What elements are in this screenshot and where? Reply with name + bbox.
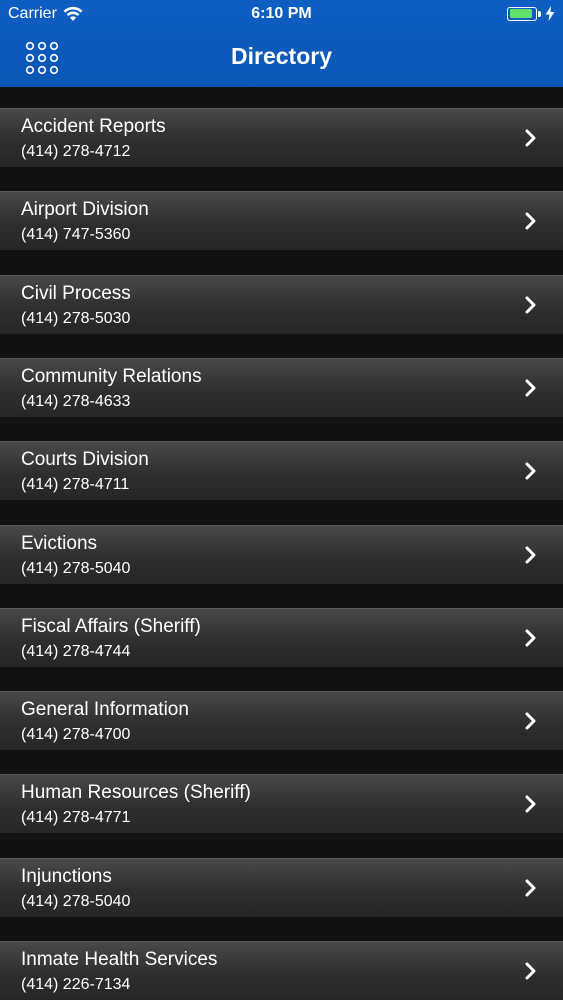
directory-row[interactable]: Evictions (414) 278-5040: [0, 524, 563, 584]
status-bar: Carrier 6:10 PM: [0, 0, 563, 30]
chevron-right-icon: [525, 962, 536, 980]
directory-row-name: Evictions: [21, 532, 98, 554]
directory-row[interactable]: Fiscal Affairs (Sheriff) (414) 278-4744: [0, 607, 563, 667]
top-bar: Carrier 6:10 PM Directory: [0, 0, 563, 87]
directory-row[interactable]: Airport Division (414) 747-5360: [0, 191, 563, 251]
directory-row[interactable]: Civil Process (414) 278-5030: [0, 274, 563, 334]
directory-row-name: Courts Division: [21, 449, 149, 471]
charging-bolt-icon: [545, 6, 555, 21]
directory-row[interactable]: Community Relations (414) 278-4633: [0, 357, 563, 417]
chevron-right-icon: [525, 296, 536, 314]
directory-row-name: Airport Division: [21, 199, 149, 221]
directory-row-phone: (414) 278-4712: [21, 143, 131, 160]
chevron-right-icon: [525, 629, 536, 647]
directory-row-name: General Information: [21, 699, 189, 721]
battery-icon: [507, 6, 541, 21]
directory-row-name: Fiscal Affairs (Sheriff): [21, 615, 201, 637]
directory-row-name: Human Resources (Sheriff): [21, 782, 251, 804]
directory-row-phone: (414) 747-5360: [21, 226, 131, 244]
directory-row-phone: (414) 226-7134: [21, 976, 131, 993]
directory-row-phone: (414) 278-4633: [21, 392, 131, 410]
directory-row[interactable]: Injunctions (414) 278-5040: [0, 857, 563, 917]
directory-row[interactable]: Accident Reports (414) 278-4712: [0, 108, 563, 167]
directory-row-phone: (414) 278-4711: [21, 476, 130, 494]
battery-fill: [509, 9, 533, 18]
app-screen: Carrier 6:10 PM Directory Accident Repor…: [0, 0, 563, 1000]
directory-row[interactable]: Courts Division (414) 278-4711: [0, 441, 563, 501]
directory-row-name: Civil Process: [21, 282, 131, 304]
chevron-right-icon: [525, 546, 536, 563]
directory-row-name: Injunctions: [21, 865, 112, 887]
directory-row-phone: (414) 278-5030: [21, 309, 131, 327]
directory-row-name: Accident Reports: [21, 116, 166, 137]
directory-row-phone: (414) 278-4771: [21, 809, 131, 827]
directory-row[interactable]: Inmate Health Services (414) 226-7134: [0, 941, 563, 1000]
chevron-right-icon: [525, 462, 536, 480]
chevron-right-icon: [525, 129, 536, 147]
directory-row-name: Inmate Health Services: [21, 949, 218, 970]
page-title: Directory: [231, 43, 332, 69]
navigation-bar: Directory: [0, 30, 563, 87]
chevron-right-icon: [525, 879, 536, 897]
directory-row-name: Community Relations: [21, 365, 202, 387]
chevron-right-icon: [525, 795, 536, 813]
directory-row-phone: (414) 278-4700: [21, 726, 131, 744]
chevron-right-icon: [525, 379, 536, 397]
directory-row[interactable]: General Information (414) 278-4700: [0, 691, 563, 751]
battery-nub: [538, 10, 541, 17]
directory-row-phone: (414) 278-5040: [21, 559, 131, 577]
chevron-right-icon: [525, 712, 536, 730]
battery-indicator: [507, 6, 555, 21]
directory-row-phone: (414) 278-4744: [21, 642, 131, 660]
directory-row-phone: (414) 278-5040: [21, 892, 131, 910]
status-time: 6:10 PM: [251, 5, 312, 22]
directory-row[interactable]: Human Resources (Sheriff) (414) 278-4771: [0, 774, 563, 834]
chevron-right-icon: [525, 212, 536, 230]
